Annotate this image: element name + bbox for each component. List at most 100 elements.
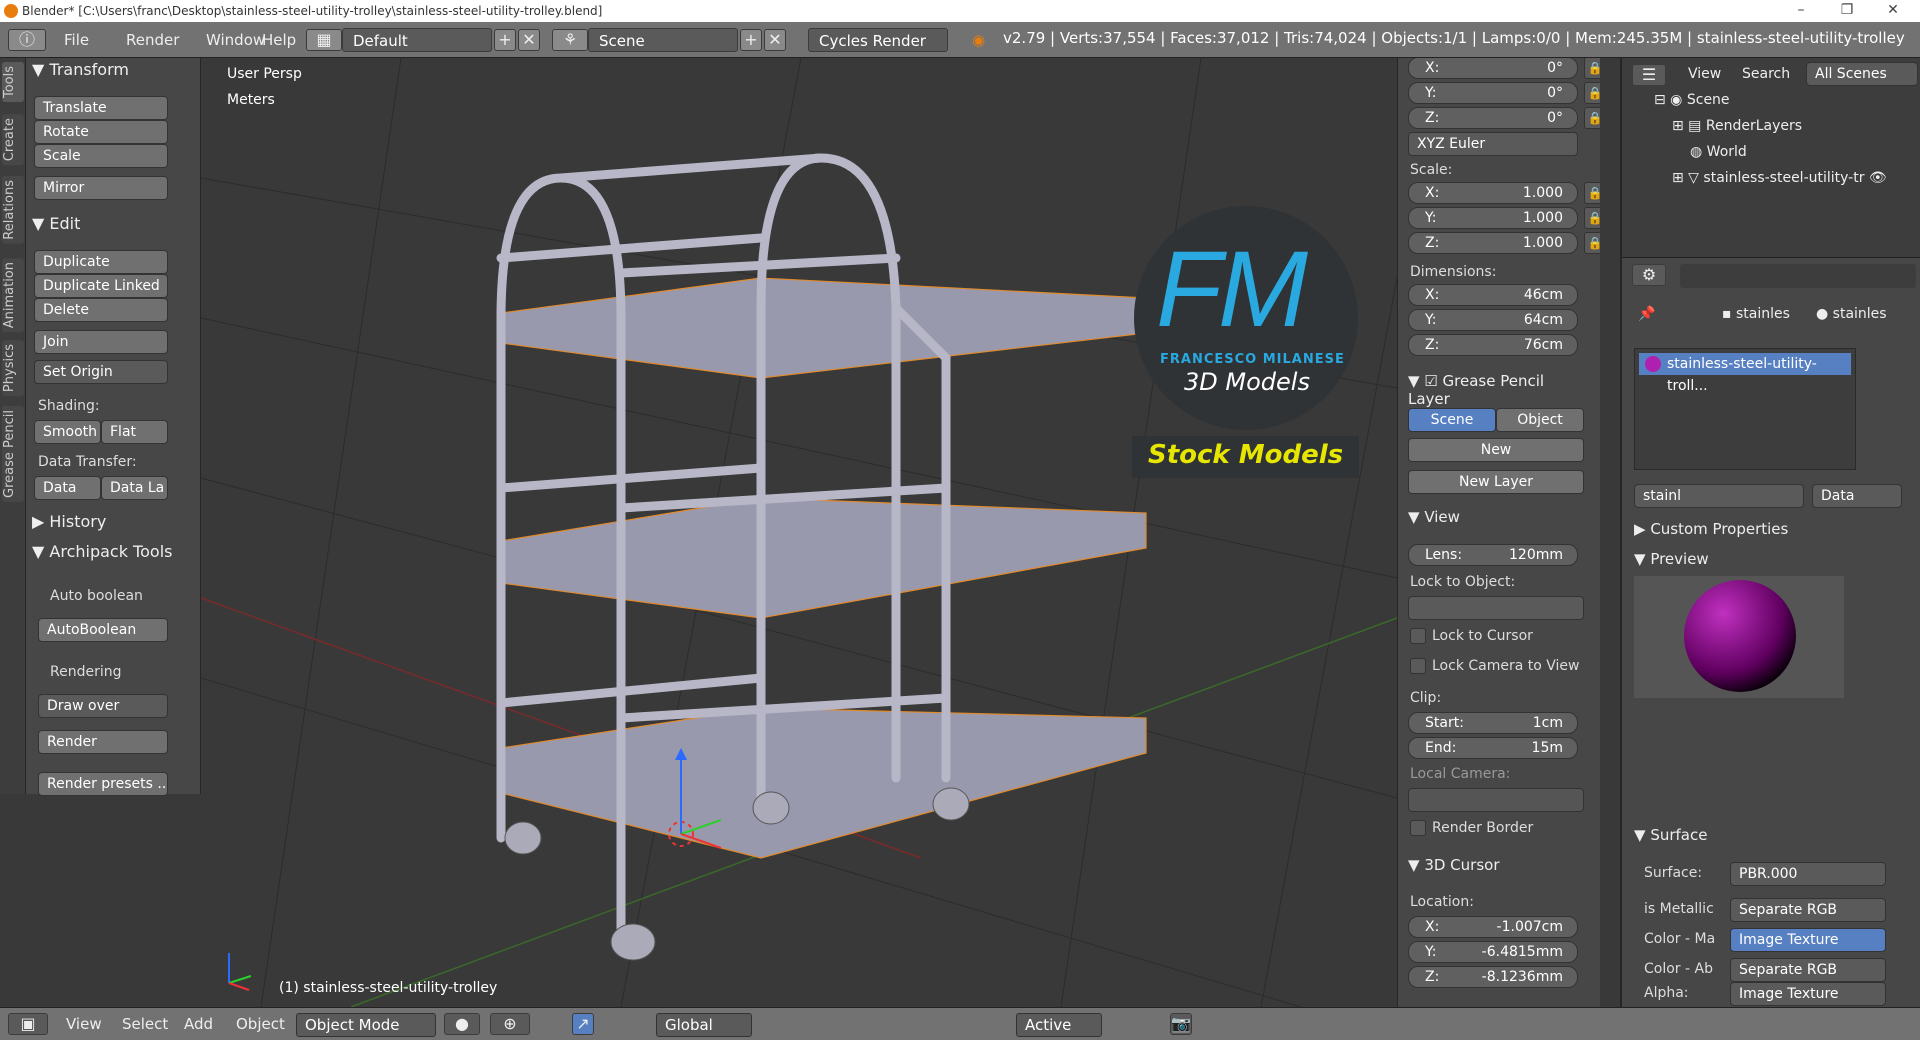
close-button[interactable]: ✕: [1870, 0, 1916, 22]
rotation-x-field[interactable]: X: 0°: [1408, 58, 1578, 79]
prop-value[interactable]: Separate RGB: [1730, 898, 1886, 922]
menu-file[interactable]: File: [64, 28, 89, 52]
gp-scene-button[interactable]: Scene: [1408, 408, 1496, 432]
rotation-mode-select[interactable]: XYZ Euler: [1408, 132, 1578, 156]
menu-render[interactable]: Render: [126, 28, 179, 52]
lock-icon[interactable]: 🔒: [1584, 182, 1600, 204]
set-origin-select[interactable]: Set Origin: [34, 360, 168, 384]
pivot-select[interactable]: Active: [1016, 1013, 1102, 1037]
cursor-x-field[interactable]: X: -1.007cm: [1408, 916, 1578, 938]
outliner-search-menu[interactable]: Search: [1742, 66, 1790, 82]
manipulator-translate-icon[interactable]: ↗: [572, 1013, 594, 1035]
breadcrumb-object[interactable]: ▪ stainles: [1722, 306, 1790, 322]
tab-create[interactable]: Create: [2, 114, 24, 166]
pin-icon[interactable]: 📌: [1638, 306, 1655, 322]
lock-icon[interactable]: 🔒: [1584, 107, 1600, 129]
add-layout-icon[interactable]: +: [494, 29, 516, 51]
outliner-renderlayers-item[interactable]: ⊞ ▤ RenderLayers: [1672, 118, 1802, 134]
menu-window[interactable]: Window: [206, 28, 265, 52]
archipack-panel-header[interactable]: ▼ Archipack Tools: [32, 542, 192, 561]
local-camera-field[interactable]: [1408, 788, 1584, 812]
translate-button[interactable]: Translate: [34, 96, 168, 120]
lock-icon[interactable]: 🔒: [1584, 207, 1600, 229]
draw-over-select[interactable]: Draw over: [38, 694, 168, 718]
lock-icon[interactable]: 🔒: [1584, 82, 1600, 104]
scene-field[interactable]: Scene: [588, 28, 738, 52]
material-datablock-field[interactable]: stainl: [1634, 484, 1804, 508]
add-scene-icon[interactable]: +: [740, 29, 762, 51]
surface-header[interactable]: ▼ Surface: [1634, 826, 1794, 844]
lock-icon[interactable]: 🔒: [1584, 58, 1600, 79]
dimension-z-field[interactable]: Z: 76cm: [1408, 334, 1578, 356]
rotation-y-field[interactable]: Y: 0°: [1408, 82, 1578, 104]
dimension-x-field[interactable]: X: 46cm: [1408, 284, 1578, 306]
material-slots-list[interactable]: stainless-steel-utility-troll...: [1634, 348, 1856, 470]
layout-icon[interactable]: ▦: [306, 29, 342, 51]
tab-grease-pencil[interactable]: Grease Pencil: [2, 406, 24, 502]
edit-panel-header[interactable]: ▼ Edit: [32, 214, 192, 233]
dimension-y-field[interactable]: Y: 64cm: [1408, 309, 1578, 331]
tab-relations[interactable]: Relations: [2, 176, 24, 244]
breadcrumb-material[interactable]: ● stainles: [1816, 306, 1887, 322]
mirror-button[interactable]: Mirror: [34, 176, 168, 200]
cursor-z-field[interactable]: Z: -8.1236mm: [1408, 966, 1578, 988]
duplicate-linked-button[interactable]: Duplicate Linked: [34, 274, 168, 298]
remove-scene-icon[interactable]: ✕: [764, 29, 786, 51]
remove-layout-icon[interactable]: ✕: [518, 29, 540, 51]
lock-camera-checkbox[interactable]: [1410, 658, 1426, 674]
duplicate-button[interactable]: Duplicate: [34, 250, 168, 274]
outliner-object-item[interactable]: ⊞ ▽ stainless-steel-utility-tr 👁: [1672, 170, 1887, 186]
scene-icon[interactable]: ⚘: [552, 29, 588, 51]
rotation-z-field[interactable]: Z: 0°: [1408, 107, 1578, 129]
rotate-button[interactable]: Rotate: [34, 120, 168, 144]
minimize-button[interactable]: –: [1778, 0, 1824, 22]
material-slot-item[interactable]: stainless-steel-utility-troll...: [1639, 353, 1851, 394]
autoboolean-button[interactable]: AutoBoolean: [38, 618, 168, 642]
flat-button[interactable]: Flat: [101, 420, 168, 444]
clip-start-field[interactable]: Start: 1cm: [1408, 712, 1578, 734]
lock-object-field[interactable]: [1408, 596, 1584, 620]
view-menu[interactable]: View: [66, 1015, 102, 1033]
prop-value[interactable]: Separate RGB: [1730, 958, 1886, 982]
menu-help[interactable]: Help: [262, 28, 296, 52]
viewport-shading-icon[interactable]: ●: [444, 1013, 480, 1035]
outliner-view-menu[interactable]: View: [1688, 66, 1721, 82]
lock-icon[interactable]: 🔒: [1584, 232, 1600, 254]
custom-properties-header[interactable]: ▶ Custom Properties: [1634, 520, 1794, 538]
cursor-y-field[interactable]: Y: -6.4815mm: [1408, 941, 1578, 963]
interaction-mode-select[interactable]: Object Mode: [296, 1013, 436, 1037]
clip-end-field[interactable]: End: 15m: [1408, 737, 1578, 759]
history-panel-header[interactable]: ▶ History: [32, 512, 192, 531]
outliner-world-item[interactable]: ◍ World: [1690, 144, 1747, 160]
transform-orientation-select[interactable]: Global: [656, 1013, 752, 1037]
editor-type-icon[interactable]: ▣: [8, 1013, 48, 1035]
data-button[interactable]: Data: [34, 476, 101, 500]
preview-header[interactable]: ▼ Preview: [1634, 550, 1794, 568]
view-panel-header[interactable]: ▼ View: [1408, 508, 1568, 526]
lens-field[interactable]: Lens: 120mm: [1408, 544, 1578, 566]
prop-value[interactable]: Image Texture: [1730, 928, 1886, 952]
scale-z-field[interactable]: Z: 1.000: [1408, 232, 1578, 254]
properties-editor-icon[interactable]: ⚙: [1632, 264, 1666, 286]
grease-pencil-layer-header[interactable]: ▼ ☑ Grease Pencil Layer: [1408, 372, 1568, 408]
object-menu[interactable]: Object: [236, 1015, 285, 1033]
3d-viewport[interactable]: User Persp Meters (1) stainless-steel-ut…: [201, 58, 1397, 1007]
render-icon[interactable]: 📷: [1170, 1013, 1192, 1035]
render-engine-select[interactable]: Cycles Render: [808, 28, 948, 52]
render-button[interactable]: Render: [38, 730, 168, 754]
smooth-button[interactable]: Smooth: [34, 420, 101, 444]
info-editor-type-icon[interactable]: ⓘ: [8, 29, 46, 51]
add-menu[interactable]: Add: [184, 1015, 213, 1033]
select-menu[interactable]: Select: [122, 1015, 168, 1033]
render-presets-button[interactable]: Render presets ...: [38, 772, 168, 796]
prop-value[interactable]: PBR.000: [1730, 862, 1886, 886]
render-border-checkbox[interactable]: [1410, 820, 1426, 836]
tab-physics[interactable]: Physics: [2, 340, 24, 397]
delete-button[interactable]: Delete: [34, 298, 168, 322]
material-link-select[interactable]: Data: [1812, 484, 1902, 508]
maximize-button[interactable]: ❐: [1824, 0, 1870, 22]
layout-field[interactable]: Default: [342, 28, 492, 52]
scale-button[interactable]: Scale: [34, 144, 168, 168]
outliner-editor-icon[interactable]: ☰: [1632, 64, 1666, 86]
prop-value[interactable]: Image Texture: [1730, 982, 1886, 1006]
